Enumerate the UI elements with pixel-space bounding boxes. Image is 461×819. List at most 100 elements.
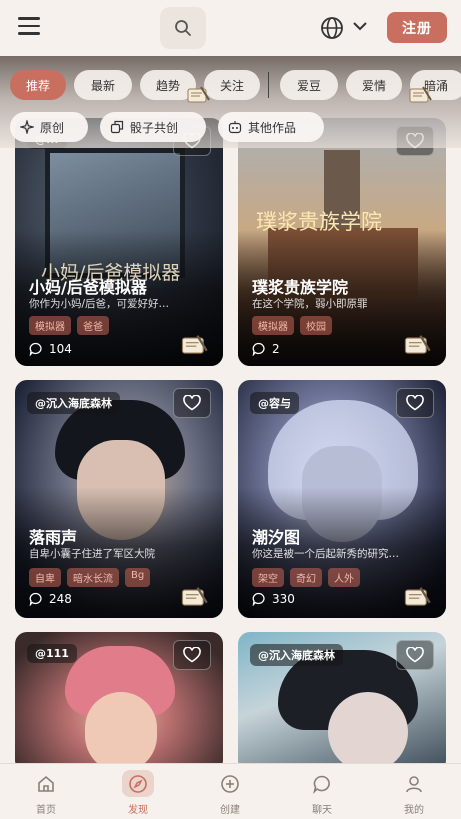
filter-bar: 推荐 最新 趋势 关注 爱豆 爱情 暗涌 原创 骰子共创 其他作品 xyxy=(0,56,461,148)
nav-label: 首页 xyxy=(36,805,56,816)
card-stats: 248 xyxy=(29,592,72,606)
filter-chip-other-label: 其他作品 xyxy=(248,120,297,135)
filter-chip-dice-label: 骰子共创 xyxy=(130,120,179,135)
bottom-navigation: 首页 发现 创建 聊天 我的 xyxy=(0,763,461,819)
comment-icon xyxy=(252,342,265,356)
character-card[interactable]: 璞浆贵族学院 璞浆贵族学院 在这个学院，弱小即原罪 模拟器 校园 2 xyxy=(238,118,446,366)
nav-label: 我的 xyxy=(404,805,424,816)
card-description: 自卑小囊子住进了军区大院 xyxy=(29,548,155,560)
card-title: 潮汐图 xyxy=(252,528,301,547)
nav-item-home[interactable]: 首页 xyxy=(14,770,78,816)
chat-bubble-icon xyxy=(313,775,330,794)
card-tags: 模拟器 校园 xyxy=(252,316,332,335)
character-card[interactable]: @沉入海底森林 xyxy=(238,632,446,772)
comment-icon xyxy=(29,592,42,606)
nav-label: 聊天 xyxy=(312,805,332,816)
card-description: 你作为小妈/后爸，可爱好好… xyxy=(29,298,170,310)
character-card[interactable]: @... 小妈/后爸模拟器 小妈/后爸模拟器 你作为小妈/后爸，可爱好好… 模拟… xyxy=(15,118,223,366)
card-tag: 架空 xyxy=(252,568,284,587)
card-author: @容与 xyxy=(250,392,299,414)
top-bar: 注册 xyxy=(0,0,461,56)
heart-icon xyxy=(183,395,201,411)
card-description: 在这个学院，弱小即原罪 xyxy=(252,298,368,310)
home-icon xyxy=(38,775,54,792)
character-card[interactable]: @111 xyxy=(15,632,223,772)
favorite-button[interactable] xyxy=(173,388,211,418)
card-stats: 330 xyxy=(252,592,295,606)
plus-circle-icon xyxy=(221,774,239,793)
card-title: 落雨声 xyxy=(29,528,78,547)
dice-share-icon xyxy=(110,120,124,134)
globe-icon[interactable] xyxy=(320,16,344,40)
character-card[interactable]: @容与 潮汐图 你这是被一个后起新秀的研究… 架空 奇幻 人外 330 xyxy=(238,380,446,618)
card-tag: 校园 xyxy=(300,316,332,335)
card-tag: 奇幻 xyxy=(290,568,322,587)
heart-icon xyxy=(183,647,201,663)
heart-icon xyxy=(406,647,424,663)
comment-count: 248 xyxy=(49,592,72,606)
nav-label: 发现 xyxy=(128,805,148,816)
nav-item-profile[interactable]: 我的 xyxy=(382,770,446,816)
card-tag: 人外 xyxy=(328,568,360,587)
sparkle-icon xyxy=(20,120,34,134)
scroll-sticker-icon xyxy=(187,86,210,103)
card-author: @111 xyxy=(27,644,77,663)
card-author: @沉入海底森林 xyxy=(250,644,343,666)
comment-count: 330 xyxy=(272,592,295,606)
filter-chip-latest[interactable]: 最新 xyxy=(74,70,132,100)
scroll-sticker-icon xyxy=(181,587,208,606)
filter-chip-follow[interactable]: 关注 xyxy=(204,70,260,100)
card-tag: 模拟器 xyxy=(252,316,294,335)
card-tag: 模拟器 xyxy=(29,316,71,335)
heart-icon xyxy=(406,395,424,411)
scroll-sticker-icon xyxy=(404,335,431,354)
signup-button[interactable]: 注册 xyxy=(387,12,447,43)
card-title: 璞浆贵族学院 xyxy=(252,278,349,297)
favorite-button[interactable] xyxy=(396,388,434,418)
comment-count: 2 xyxy=(272,342,280,356)
nav-item-discover[interactable]: 发现 xyxy=(106,770,170,816)
card-description: 你这是被一个后起新秀的研究… xyxy=(252,548,399,560)
filter-divider xyxy=(268,72,269,98)
card-tags: 架空 奇幻 人外 xyxy=(252,568,360,587)
card-stats: 104 xyxy=(29,342,72,356)
favorite-button[interactable] xyxy=(173,640,211,670)
search-button[interactable] xyxy=(160,7,206,49)
filter-chip-recommend[interactable]: 推荐 xyxy=(10,70,66,100)
filter-chip-idol[interactable]: 爱豆 xyxy=(280,70,338,100)
favorite-button[interactable] xyxy=(396,640,434,670)
card-tag: Bg xyxy=(125,568,151,587)
card-tags: 自卑 暗水长流 Bg xyxy=(29,568,151,587)
filter-chip-dice-cocreate[interactable]: 骰子共创 xyxy=(100,112,206,142)
card-author: @沉入海底森林 xyxy=(27,392,120,414)
face-illustration xyxy=(328,692,408,772)
nav-item-chat[interactable]: 聊天 xyxy=(290,770,354,816)
face-illustration xyxy=(85,692,157,772)
search-icon xyxy=(175,20,191,36)
character-card[interactable]: @沉入海底森林 落雨声 自卑小囊子住进了军区大院 自卑 暗水长流 Bg 248 xyxy=(15,380,223,618)
comment-icon xyxy=(29,342,42,356)
card-tag: 自卑 xyxy=(29,568,61,587)
filter-chip-original[interactable]: 原创 xyxy=(10,112,88,142)
nav-label: 创建 xyxy=(220,805,240,816)
scroll-sticker-icon xyxy=(181,335,208,354)
card-tag: 爸爸 xyxy=(77,316,109,335)
card-title: 小妈/后爸模拟器 xyxy=(29,278,147,297)
comment-count: 104 xyxy=(49,342,72,356)
card-art-text: 璞浆贵族学院 xyxy=(256,210,382,234)
scroll-sticker-icon xyxy=(409,86,432,103)
robot-icon xyxy=(228,121,242,134)
comment-icon xyxy=(252,592,265,606)
filter-chip-other-works[interactable]: 其他作品 xyxy=(218,112,324,142)
card-stats: 2 xyxy=(252,342,280,356)
nav-item-create[interactable]: 创建 xyxy=(198,770,262,816)
hamburger-menu-icon[interactable] xyxy=(18,17,40,37)
user-icon xyxy=(406,775,422,792)
scroll-sticker-icon xyxy=(404,587,431,606)
filter-chip-love[interactable]: 爱情 xyxy=(346,70,402,100)
card-tags: 模拟器 爸爸 xyxy=(29,316,109,335)
compass-icon xyxy=(129,774,147,793)
filter-chip-original-label: 原创 xyxy=(40,120,65,135)
card-tag: 暗水长流 xyxy=(67,568,119,587)
chevron-down-icon[interactable] xyxy=(352,20,368,32)
